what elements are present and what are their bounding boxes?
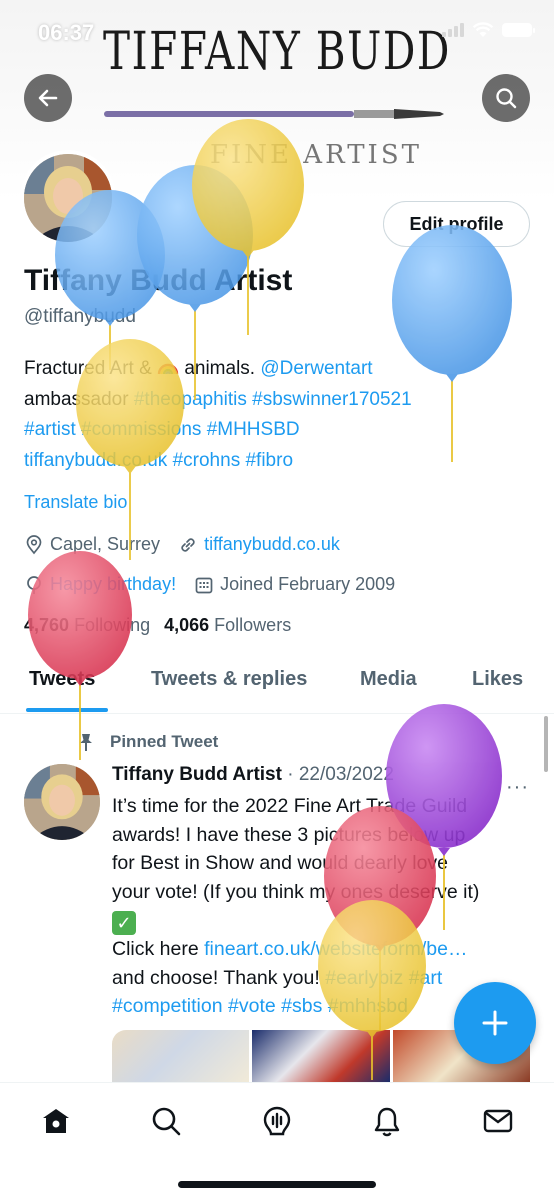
- location-text: Capel, Surrey: [50, 534, 161, 554]
- bio-text: Fractured Art &: [24, 358, 158, 379]
- tweet-avatar[interactable]: [24, 764, 100, 840]
- pinned-label: Pinned Tweet: [76, 732, 218, 752]
- tweet-date: · 22/03/2022: [287, 764, 394, 785]
- tweet-hashtag-link[interactable]: #art: [409, 967, 443, 989]
- profile-bio: Fractured Art & animals. @Derwentart amb…: [24, 354, 514, 476]
- status-icons: [442, 22, 535, 38]
- following-label: Following: [74, 615, 151, 635]
- profile-handle: @tiffanybudd: [24, 306, 136, 327]
- status-time: 06:37: [38, 20, 95, 45]
- spaces-icon: [263, 1106, 291, 1136]
- tab-likes[interactable]: Likes: [472, 668, 523, 691]
- tweet-text-line: and choose! Thank you!: [112, 966, 326, 989]
- followers-label: Followers: [214, 615, 292, 635]
- search-icon: [152, 1107, 181, 1136]
- scrollbar[interactable]: [544, 716, 548, 772]
- follow-stats: 4,760 Following 4,066 Followers: [24, 615, 291, 636]
- calendar-icon: [195, 577, 213, 593]
- tweet-body: It’s time for the 2022 Fine Art Trade Gu…: [112, 792, 532, 1021]
- tweet-hashtag-link[interactable]: #competition: [112, 995, 223, 1017]
- tweet-text-line: Click here: [112, 938, 205, 960]
- back-button[interactable]: [24, 74, 72, 122]
- tweet-text-line: your vote! (If you think my ones deserve…: [112, 880, 480, 903]
- joined-text: Joined February 2009: [220, 574, 396, 594]
- banner-subtitle: FINE ARTIST: [210, 140, 422, 170]
- profile-meta-row-1: Capel, Surrey tiffanybudd.co.uk: [24, 534, 358, 555]
- website-item[interactable]: tiffanybudd.co.uk: [178, 534, 340, 555]
- status-bar: 06:37: [0, 0, 554, 64]
- balloon-icon: [27, 575, 41, 594]
- wifi-icon: [472, 22, 494, 37]
- messages-icon: [483, 1109, 513, 1133]
- search-button[interactable]: [482, 74, 530, 122]
- tab-tweets-replies[interactable]: Tweets & replies: [151, 668, 307, 691]
- active-tab-indicator: [26, 708, 108, 712]
- tweet-hashtag-link[interactable]: #vote: [228, 995, 276, 1017]
- media-image-2[interactable]: [252, 1030, 390, 1082]
- plus-icon: [482, 1010, 508, 1036]
- bio-hashtag-link[interactable]: #commissions: [81, 419, 201, 440]
- profile-tabs: Tweets Tweets & replies Media Likes: [0, 656, 554, 714]
- pin-icon: [80, 734, 92, 751]
- tweet-header: Tiffany Budd Artist · 22/03/2022: [112, 764, 394, 786]
- tweet-text-line: for Best in Show and would dearly love: [112, 852, 449, 874]
- bio-hashtag-link[interactable]: #fibro: [245, 450, 293, 471]
- bio-mention-link[interactable]: @Derwentart: [260, 358, 372, 379]
- bio-hashtag-link[interactable]: #sbswinner170521: [252, 389, 412, 410]
- avatar-photo: [24, 154, 112, 242]
- cellular-signal-icon: [442, 23, 464, 37]
- profile-meta-row-2: Happy birthday! Joined February 2009: [24, 574, 413, 595]
- followers-count: 4,066: [164, 615, 210, 635]
- followers-link[interactable]: 4,066 Followers: [164, 615, 291, 636]
- tweet-text-line: awards! I have these 3 pictures below up: [112, 823, 466, 846]
- birthday-text: Happy birthday!: [50, 574, 177, 594]
- profile-avatar[interactable]: [20, 150, 116, 246]
- bottom-navigation: [0, 1082, 554, 1200]
- tweet-hashtag-link[interactable]: #mhhsbd: [328, 995, 408, 1017]
- paintbrush-illustration: [104, 109, 444, 119]
- notifications-icon: [374, 1107, 400, 1137]
- link-icon: [181, 537, 195, 552]
- bio-text: animals.: [179, 358, 261, 379]
- bio-hashtag-link[interactable]: #theopaphitis: [134, 389, 247, 410]
- compose-tweet-button[interactable]: [454, 982, 536, 1064]
- pinned-label-text: Pinned Tweet: [110, 732, 219, 751]
- check-mark-emoji-icon: ✓: [112, 911, 136, 935]
- bio-url-link[interactable]: tiffanybudd.co.uk: [24, 450, 167, 471]
- nav-notifications[interactable]: [369, 1103, 405, 1139]
- tab-media[interactable]: Media: [360, 668, 417, 691]
- joined-item: Joined February 2009: [194, 574, 395, 595]
- birthday-item: Happy birthday!: [24, 574, 176, 595]
- tab-tweets[interactable]: Tweets: [29, 668, 95, 691]
- tweet-author-name[interactable]: Tiffany Budd Artist: [112, 764, 282, 785]
- nav-home[interactable]: [38, 1103, 74, 1139]
- tweet-hashtag-link[interactable]: #earlybiz: [325, 967, 403, 989]
- home-icon: [43, 1109, 69, 1133]
- search-icon: [496, 88, 517, 109]
- battery-icon: [502, 23, 535, 37]
- nav-spaces[interactable]: [259, 1103, 295, 1139]
- tweet-url-link[interactable]: fineart.co.uk/websiteform/be…: [204, 938, 467, 960]
- profile-display-name: Tiffany Budd Artist: [24, 264, 293, 297]
- media-image-1[interactable]: [112, 1030, 250, 1082]
- home-indicator[interactable]: [178, 1181, 376, 1188]
- bio-hashtag-link[interactable]: #artist: [24, 419, 76, 440]
- arrow-left-icon: [38, 89, 58, 107]
- following-count: 4,760: [24, 615, 70, 635]
- location-item: Capel, Surrey: [24, 534, 160, 555]
- bio-hashtag-link[interactable]: #crohns: [173, 450, 241, 471]
- bio-hashtag-link[interactable]: #MHHSBD: [207, 419, 300, 440]
- edit-profile-button[interactable]: Edit profile: [383, 201, 530, 247]
- translate-bio-link[interactable]: Translate bio: [24, 492, 127, 513]
- following-link[interactable]: 4,760 Following: [24, 615, 150, 636]
- tweet-hashtag-link[interactable]: #sbs: [281, 995, 322, 1017]
- nav-search[interactable]: [148, 1103, 184, 1139]
- bio-text: ambassador: [24, 388, 134, 410]
- location-pin-icon: [26, 534, 42, 554]
- nav-messages[interactable]: [480, 1103, 516, 1139]
- website-link[interactable]: tiffanybudd.co.uk: [204, 534, 340, 555]
- tweet-text-line: It’s time for the 2022 Fine Art Trade Gu…: [112, 795, 468, 817]
- avatar-photo: [24, 764, 100, 840]
- rainbow-emoji-icon: [157, 363, 179, 375]
